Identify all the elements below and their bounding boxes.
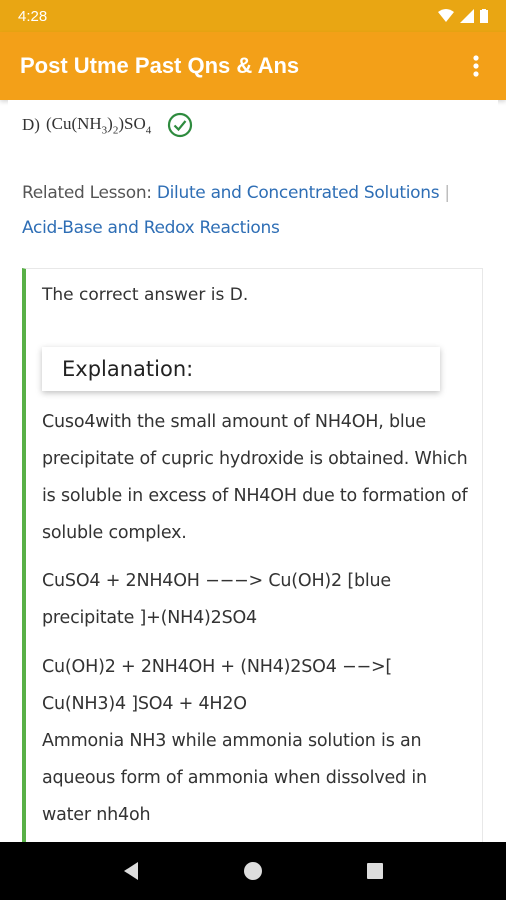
related-lessons: Related Lesson: Dilute and Concentrated … [22,176,482,246]
recents-icon[interactable] [355,851,395,891]
lesson-separator: | [444,183,450,203]
battery-icon [480,9,488,23]
related-label: Related Lesson: [22,183,152,203]
lesson-link-dilute-solutions[interactable]: Dilute and Concentrated Solutions [157,183,440,203]
check-circle-icon [168,112,193,138]
explanation-heading: Explanation: [42,347,440,391]
explanation-paragraph: Ammonia NH3 while ammonia solution is an… [42,731,427,825]
explanation-paragraph: Cuso4with the small amount of NH4OH, blu… [42,412,468,543]
answer-option-d: D) (Cu(NH3)2)SO4 [22,112,193,138]
status-icons [438,9,488,23]
answer-explanation-box: The correct answer is D. Explanation: Cu… [22,268,483,844]
home-icon[interactable] [233,851,273,891]
more-vert-icon[interactable] [464,46,488,86]
wifi-icon [438,9,454,22]
lesson-link-acid-base[interactable]: Acid-Base and Redox Reactions [22,218,280,238]
option-text: (Cu(NH3)2)SO4 [45,113,152,137]
option-label: D) [22,115,40,134]
correct-answer-text: The correct answer is D. [42,285,249,305]
app-bar: Post Utme Past Qns & Ans [0,32,506,100]
equation-line: Cu(OH)2 + 2NH4OH + (NH4)2SO4 −−>[ Cu(NH3… [42,657,393,714]
signal-icon [460,9,474,23]
app-title: Post Utme Past Qns & Ans [20,53,300,78]
status-time: 4:28 [18,7,48,25]
equation-line: CuSO4 + 2NH4OH −−−> Cu(OH)2 [blue precip… [42,571,391,628]
status-bar: 4:28 [0,0,506,32]
navigation-bar [0,842,506,900]
back-icon[interactable] [111,851,151,891]
